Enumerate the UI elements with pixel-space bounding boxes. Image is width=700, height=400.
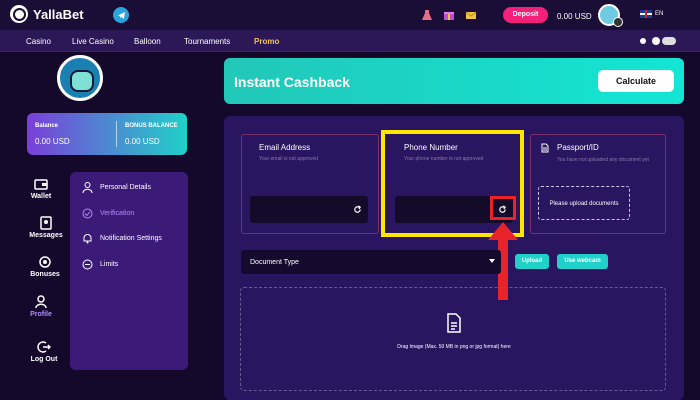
refresh-icon[interactable] xyxy=(353,205,362,214)
file-icon xyxy=(447,313,461,333)
logo-icon xyxy=(10,5,28,23)
document-type-select[interactable]: Document Type xyxy=(241,250,501,274)
cashback-title: Instant Cashback xyxy=(234,74,350,90)
messages-icon xyxy=(40,216,52,230)
top-bar: YallaBet Deposit 0.00 USD EN xyxy=(0,0,700,30)
menu-item-personal-details[interactable]: Personal Details xyxy=(82,182,151,193)
uk-flag-icon[interactable] xyxy=(640,10,652,18)
profile-avatar xyxy=(57,55,103,101)
email-status: Your email is not approved xyxy=(259,156,319,162)
balance-divider xyxy=(116,121,117,147)
bonus-icon xyxy=(39,256,51,268)
profile-icon xyxy=(35,295,47,309)
menu-item-notification-settings[interactable]: Notification Settings xyxy=(82,233,162,244)
upload-button[interactable]: Upload xyxy=(515,254,549,269)
balance-value: 0.00 USD xyxy=(35,137,70,146)
calculate-button[interactable]: Calculate xyxy=(598,70,674,92)
wallet-icon xyxy=(34,179,48,190)
person-icon xyxy=(82,182,93,193)
bonus-balance-label: BONUS BALANCE xyxy=(125,123,178,129)
menu-item-limits[interactable]: Limits xyxy=(82,259,118,270)
deposit-button[interactable]: Deposit xyxy=(503,7,548,23)
header-balance: 0.00 USD xyxy=(557,12,592,21)
nav-balloon[interactable]: Balloon xyxy=(134,37,161,46)
nav-live-casino[interactable]: Live Casino xyxy=(72,37,114,46)
logo-text: YallaBet xyxy=(33,6,84,22)
mail-icon[interactable] xyxy=(465,9,477,21)
phone-highlight xyxy=(381,130,524,237)
upload-documents-box[interactable]: Please upload documents xyxy=(538,186,630,220)
file-drop-zone[interactable]: Drag Image (Max. 50 MB in png or jpg for… xyxy=(240,287,666,391)
moon-icon[interactable] xyxy=(637,36,649,46)
theme-toggle[interactable] xyxy=(662,37,676,45)
main-nav: Casino Live Casino Balloon Tournaments P… xyxy=(0,30,700,52)
flask-icon[interactable] xyxy=(421,9,433,21)
sidebar-item-bonuses[interactable]: Bonuses xyxy=(20,255,70,278)
cashback-banner: Instant Cashback Calculate xyxy=(224,58,684,104)
email-title: Email Address xyxy=(259,143,311,152)
refresh-highlight xyxy=(490,196,516,220)
sidebar-item-messages[interactable]: Messages xyxy=(21,216,71,239)
limits-icon xyxy=(82,259,93,270)
drop-zone-text: Drag Image (Max. 50 MB in png or jpg for… xyxy=(397,344,511,350)
menu-item-verification[interactable]: Verification xyxy=(82,208,134,219)
balance-card: Balance 0.00 USD BONUS BALANCE 0.00 USD xyxy=(27,113,187,155)
theme-toggle-knob[interactable] xyxy=(652,37,660,45)
use-webcam-button[interactable]: Use webcam xyxy=(557,254,608,269)
chevron-down-icon xyxy=(489,259,495,263)
verification-icon xyxy=(82,208,93,219)
sidebar-item-wallet[interactable]: Wallet xyxy=(16,177,66,200)
email-field[interactable] xyxy=(250,196,368,223)
logo[interactable]: YallaBet xyxy=(10,5,84,23)
language-selector[interactable]: EN xyxy=(655,11,663,17)
passport-title: Passport/ID xyxy=(557,143,599,152)
balance-label: Balance xyxy=(35,123,59,129)
bell-icon xyxy=(83,234,92,244)
gift-icon[interactable] xyxy=(443,9,455,21)
bonus-balance-value: 0.00 USD xyxy=(125,137,160,146)
telegram-icon[interactable] xyxy=(113,7,129,23)
passport-status: You have not uploaded any document yet xyxy=(557,157,649,163)
sidebar-item-logout[interactable]: Log Out xyxy=(19,340,69,363)
sidebar-item-profile[interactable]: Profile xyxy=(16,295,66,318)
profile-menu: Personal Details Verification Notificati… xyxy=(70,172,188,370)
document-icon xyxy=(541,143,549,153)
nav-tournaments[interactable]: Tournaments xyxy=(184,37,230,46)
nav-casino[interactable]: Casino xyxy=(26,37,51,46)
user-avatar[interactable] xyxy=(598,4,623,27)
logout-icon xyxy=(37,341,51,353)
nav-promo[interactable]: Promo xyxy=(254,37,279,46)
